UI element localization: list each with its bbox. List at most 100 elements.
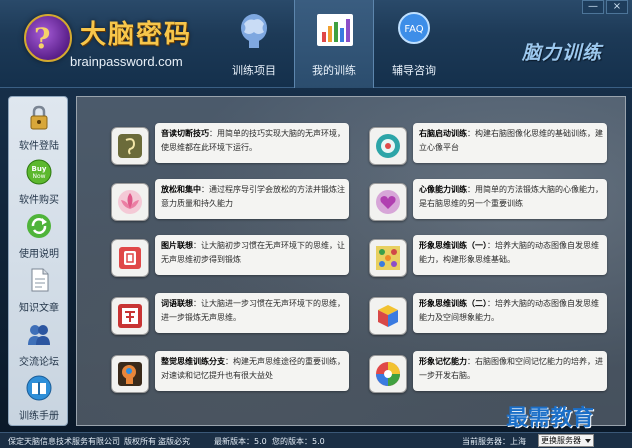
- training-tile-icon[interactable]: [369, 183, 407, 221]
- close-button[interactable]: ×: [606, 0, 628, 14]
- training-card[interactable]: 右脑启动训练：构建右脑图像化思维的基础训练，建立心像平台: [413, 123, 607, 163]
- training-tile-icon[interactable]: [111, 297, 149, 335]
- sidebar-item-instructions[interactable]: 使用说明: [9, 209, 69, 263]
- lotus-icon: [118, 190, 142, 214]
- sidebar-label: 使用说明: [19, 249, 59, 260]
- training-card-text: 心像能力训练：用简单的方法锻炼大脑的心像能力，是右脑思维的另一个重要训练: [419, 183, 603, 211]
- training-card-text: 图片联想：让大脑初步习惯在无声环境下的思维，让无声思维初步得到锻炼: [161, 239, 345, 267]
- app-window: — × ? 大脑密码 brainpassword.com 训练项目 我的训练 F…: [0, 0, 632, 448]
- training-tile-icon[interactable]: [369, 127, 407, 165]
- ear-sound-icon: [118, 134, 142, 158]
- training-card[interactable]: 音读切断技巧：用简单的技巧实现大脑的无声环境，使思维都在此环境下运行。: [155, 123, 349, 163]
- status-rights: 版权所有: [124, 437, 156, 446]
- sidebar: 软件登陆 Buy Now 软件购买 使用说明 知识文章 交流论坛 训练手册: [8, 96, 68, 426]
- sidebar-item-purchase[interactable]: Buy Now 软件购买: [9, 155, 69, 209]
- refresh-icon: [27, 214, 51, 238]
- sidebar-label: 交流论坛: [19, 357, 59, 368]
- training-card-text: 整觉思维训练分支：构建无声思维途径的重要训练，对速读和记忆提升也有很大益处: [161, 355, 345, 383]
- training-card[interactable]: 形象思维训练（二）：培养大脑的动态图像自发思维能力及空间想象能力。: [413, 293, 607, 333]
- sidebar-item-forum[interactable]: 交流论坛: [9, 317, 69, 371]
- slogan: 脑力训练: [522, 42, 603, 64]
- status-server-label: 当前服务器：: [462, 437, 510, 446]
- training-title: 音读切断技巧: [161, 129, 209, 138]
- training-title: 右脑启动训练: [419, 129, 467, 138]
- cube-icon: [378, 305, 398, 327]
- training-card[interactable]: 形象记忆能力：右脑图像和空间记忆能力的培养，进一步开发右脑。: [413, 351, 607, 391]
- right-brain-icon: [376, 134, 400, 158]
- grid-pattern-icon: [376, 246, 400, 270]
- manual-book-icon: [26, 375, 52, 401]
- bar-chart-icon: [317, 14, 353, 46]
- training-tile-icon[interactable]: [111, 127, 149, 165]
- training-tile-icon[interactable]: [369, 355, 407, 393]
- training-card[interactable]: 心像能力训练：用简单的方法锻炼大脑的心像能力，是右脑思维的另一个重要训练: [413, 179, 607, 219]
- window-controls: — ×: [582, 0, 628, 14]
- training-title: 形象记忆能力: [419, 357, 467, 366]
- header: — × ? 大脑密码 brainpassword.com 训练项目 我的训练 F…: [0, 0, 632, 88]
- status-bar: 保定天脑信息技术服务有限公司 版权所有 盗版必究 最新版本：5.0 您的版本：5…: [0, 432, 632, 448]
- sidebar-label: 训练手册: [19, 411, 59, 422]
- nav-tab-my-training[interactable]: 我的训练: [294, 0, 374, 88]
- training-tile-icon[interactable]: [111, 239, 149, 277]
- status-latest-version: 最新版本：5.0: [214, 437, 267, 446]
- training-title: 图片联想: [161, 241, 193, 250]
- training-tile-icon[interactable]: [369, 239, 407, 277]
- training-card-text: 音读切断技巧：用简单的技巧实现大脑的无声环境，使思维都在此环境下运行。: [161, 127, 345, 155]
- training-card-text: 形象思维训练（一）：培养大脑的动态图像自发思维能力，构建形象思维基础。: [419, 239, 603, 267]
- training-panel: 音读切断技巧：用简单的技巧实现大脑的无声环境，使思维都在此环境下运行。 右脑启动…: [76, 96, 626, 426]
- picture-frame-icon: [119, 247, 141, 269]
- training-card[interactable]: 整觉思维训练分支：构建无声思维途径的重要训练，对速读和记忆提升也有很大益处: [155, 351, 349, 391]
- heart-flower-icon: [376, 190, 400, 214]
- brain-head-icon: [241, 14, 267, 48]
- server-select[interactable]: 更换服务器: [538, 434, 594, 447]
- sidebar-label: 知识文章: [19, 303, 59, 314]
- training-card-text: 形象思维训练（二）：培养大脑的动态图像自发思维能力及空间想象能力。: [419, 297, 603, 325]
- training-card[interactable]: 图片联想：让大脑初步习惯在无声环境下的思维，让无声思维初步得到锻炼: [155, 235, 349, 275]
- training-title: 放松和集中: [161, 185, 201, 194]
- lock-icon: [30, 105, 48, 130]
- training-tile-icon[interactable]: [111, 183, 149, 221]
- server-select-label: 更换服务器: [541, 436, 581, 445]
- document-icon: [31, 268, 49, 292]
- faq-glyph: FAQ: [404, 24, 423, 35]
- training-title: 形象思维训练（一）: [419, 241, 487, 250]
- faq-icon: FAQ: [398, 12, 430, 44]
- training-card[interactable]: 词语联想：让大脑进一步习惯在无声环境下的思维，进一步锻炼无声思维。: [155, 293, 349, 333]
- users-icon: [28, 325, 50, 345]
- training-title: 词语联想: [161, 299, 193, 308]
- sidebar-item-manual[interactable]: 训练手册: [9, 371, 69, 425]
- brand-title: 大脑密码: [80, 20, 193, 50]
- sidebar-item-articles[interactable]: 知识文章: [9, 263, 69, 317]
- nav-tab-consulting[interactable]: FAQ 辅导咨询: [374, 0, 454, 88]
- buy-now-icon: Buy Now: [26, 159, 52, 185]
- sidebar-item-login[interactable]: 软件登陆: [9, 101, 69, 155]
- nav-tab-training-items[interactable]: 训练项目: [214, 0, 294, 88]
- watermark: 最需教育: [506, 405, 595, 431]
- training-tile-icon[interactable]: [369, 297, 407, 335]
- training-tile-icon[interactable]: [111, 355, 149, 393]
- now-glyph: Now: [32, 173, 45, 180]
- training-title: 心像能力训练: [419, 185, 467, 194]
- sidebar-label: 软件购买: [19, 195, 59, 206]
- chevron-down-icon: [585, 439, 591, 443]
- sidebar-label: 软件登陆: [19, 141, 59, 152]
- training-card-text: 放松和集中：通过程序导引学会放松的方法并锻炼注意力质量和持久能力: [161, 183, 345, 211]
- status-company: 保定天脑信息技术服务有限公司: [8, 437, 120, 446]
- training-card[interactable]: 形象思维训练（一）：培养大脑的动态图像自发思维能力，构建形象思维基础。: [413, 235, 607, 275]
- training-card[interactable]: 放松和集中：通过程序导引学会放松的方法并锻炼注意力质量和持久能力: [155, 179, 349, 219]
- brand-url: brainpassword.com: [70, 54, 183, 69]
- head-thinking-icon: [118, 362, 142, 386]
- nav-label: 我的训练: [312, 64, 356, 77]
- minimize-button[interactable]: —: [582, 0, 604, 14]
- logo-glyph: ?: [34, 22, 51, 55]
- training-card-text: 右脑启动训练：构建右脑图像化思维的基础训练，建立心像平台: [419, 127, 603, 155]
- nav-label: 训练项目: [232, 64, 276, 77]
- color-wheel-icon: [376, 362, 400, 386]
- training-title: 整觉思维训练分支: [161, 357, 225, 366]
- word-character-icon: [118, 304, 142, 328]
- buy-glyph: Buy: [32, 165, 47, 173]
- status-piracy: 盗版必究: [158, 437, 190, 446]
- logo-icon: ?: [24, 14, 72, 62]
- nav-label: 辅导咨询: [392, 64, 436, 77]
- status-server-value: 上海: [510, 437, 526, 446]
